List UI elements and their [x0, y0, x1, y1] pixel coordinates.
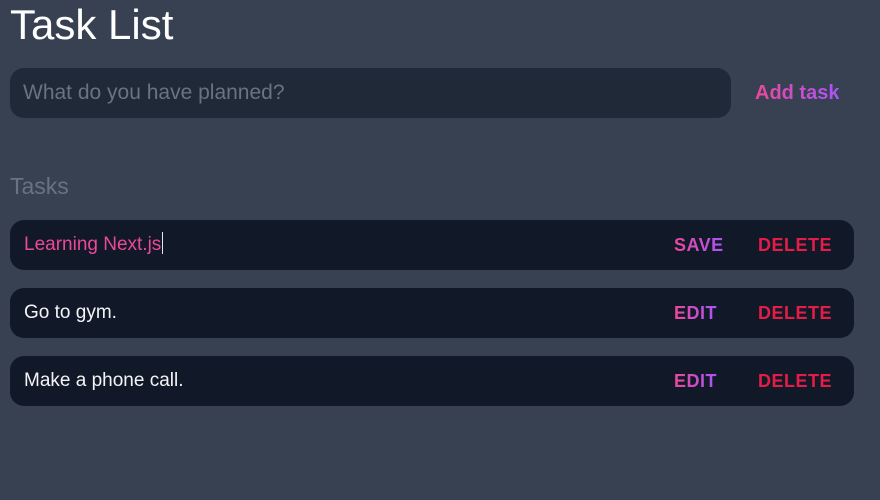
new-task-input[interactable] — [10, 68, 731, 118]
task-text: Go to gym. — [24, 302, 117, 323]
task-row: Make a phone call. EDIT DELETE — [10, 356, 854, 406]
task-text: Make a phone call. — [24, 370, 184, 391]
delete-button[interactable]: DELETE — [758, 356, 832, 406]
add-task-button[interactable]: Add task — [755, 78, 839, 108]
task-row: Learning Next.js SAVE DELETE — [10, 220, 854, 270]
task-row: Go to gym. EDIT DELETE — [10, 288, 854, 338]
delete-button[interactable]: DELETE — [758, 220, 832, 270]
edit-button[interactable]: EDIT — [674, 356, 717, 406]
tasks-heading: Tasks — [10, 173, 69, 199]
edit-button[interactable]: EDIT — [674, 288, 717, 338]
delete-button[interactable]: DELETE — [758, 288, 832, 338]
save-button[interactable]: SAVE — [674, 220, 724, 270]
page-title: Task List — [10, 1, 174, 48]
task-text: Learning Next.js — [24, 234, 162, 255]
task-list: Learning Next.js SAVE DELETE Go to gym. … — [10, 220, 854, 424]
task-app: Task List Add task Tasks Learning Next.j… — [0, 0, 880, 500]
new-task-form: Add task — [10, 68, 870, 118]
text-caret — [162, 231, 164, 254]
task-edit-input[interactable]: Learning Next.js — [24, 220, 164, 270]
